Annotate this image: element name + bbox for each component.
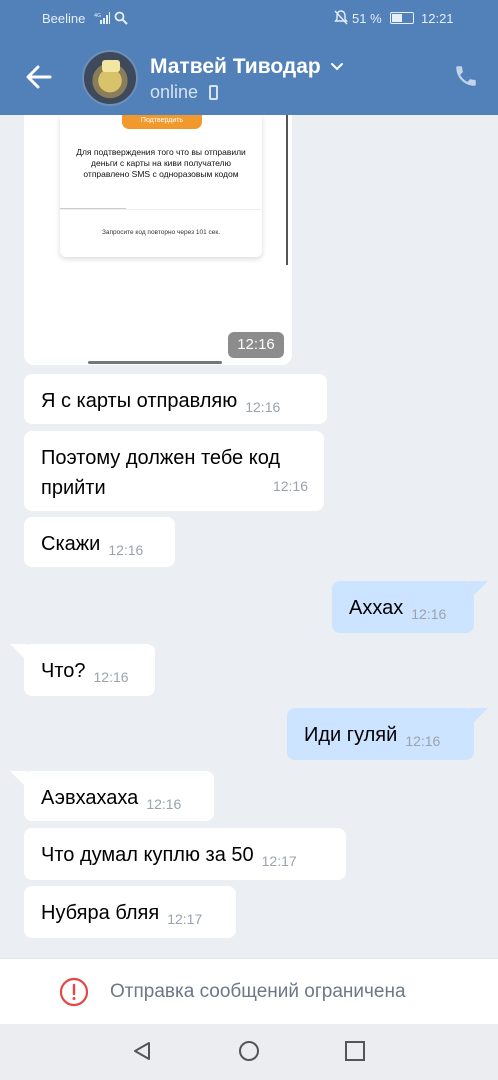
message-bubble-outgoing[interactable]: Иди гуляй 12:16 [287, 708, 474, 760]
avatar[interactable] [82, 50, 138, 106]
send-restricted-bar: Отправка сообщений ограничена [0, 958, 498, 1024]
message-time: 12:17 [167, 911, 203, 927]
message-bubble-incoming[interactable]: Аэвхахаха 12:16 [24, 771, 214, 821]
message-time: 12:16 [405, 733, 441, 749]
message-text: Что? [41, 660, 86, 682]
message-text: Скажи [41, 533, 101, 555]
bubble-tail [10, 771, 28, 789]
message-text: Поэтому должен тебе код прийти [41, 447, 281, 499]
photo-confirm-button: Подтвердить [122, 115, 202, 129]
message-bubble-incoming[interactable]: Что? 12:16 [24, 644, 155, 696]
nav-home-icon[interactable] [238, 1040, 260, 1062]
message-text: Иди гуляй [304, 724, 398, 746]
status-bar: Beeline 4G 51 % 12:21 [0, 0, 498, 36]
carrier-label: Beeline [42, 11, 86, 26]
message-text: Что думал куплю за 50 [41, 844, 254, 866]
chat-area[interactable]: Подтвердить Для подтверждения того что в… [0, 115, 498, 958]
battery-icon [390, 12, 414, 24]
photo-home-indicator [88, 361, 222, 364]
photo-content: Подтвердить Для подтверждения того что в… [60, 115, 262, 257]
warning-circle-icon [59, 977, 89, 1007]
mobile-icon [209, 85, 218, 100]
presence-status: online [150, 82, 199, 102]
message-time: 12:16 [146, 796, 182, 812]
signal-icon: 4G [94, 12, 110, 24]
bubble-tail [470, 581, 488, 599]
photo-time: 12:16 [228, 332, 284, 358]
top-bar: Beeline 4G 51 % 12:21 Матвей Тиводар onl… [0, 0, 498, 115]
nav-recents-icon[interactable] [344, 1040, 366, 1062]
chevron-down-icon[interactable] [330, 62, 344, 72]
message-text: Я с карты отправляю [41, 390, 238, 412]
contact-name[interactable]: Матвей Тиводар [150, 55, 321, 79]
message-text: Нубяра бляя [41, 902, 160, 924]
battery-percent: 51 % [352, 11, 382, 26]
divider [60, 209, 262, 210]
message-bubble-incoming[interactable]: Нубяра бляя 12:17 [24, 886, 236, 938]
photo-resend-text: Запросите код повторно через 101 сек. [101, 229, 221, 236]
message-time: 12:16 [108, 542, 144, 558]
message-time: 12:16 [93, 669, 129, 685]
status-time: 12:21 [421, 11, 454, 26]
nav-back-icon[interactable] [131, 1040, 153, 1062]
photo-scrollbar [286, 115, 288, 265]
message-bubble-incoming[interactable]: Что думал куплю за 50 12:17 [24, 828, 346, 880]
message-time: 12:16 [272, 478, 308, 494]
message-bubble-incoming[interactable]: Я с карты отправляю 12:16 [24, 374, 327, 424]
bell-muted-icon [334, 10, 348, 25]
bubble-tail [470, 708, 488, 726]
phone-icon[interactable] [453, 63, 479, 89]
photo-body-text: Для подтверждения того что вы отправили … [76, 147, 246, 179]
message-text: Аххах [349, 597, 404, 619]
message-bubble-incoming[interactable]: Поэтому должен тебе код прийти 12:16 [24, 431, 324, 511]
photo-attachment[interactable]: Подтвердить Для подтверждения того что в… [24, 115, 292, 365]
message-bubble-outgoing[interactable]: Аххах 12:16 [332, 581, 474, 633]
search-icon [114, 11, 128, 25]
android-nav-bar [0, 1024, 498, 1080]
message-bubble-incoming[interactable]: Скажи 12:16 [24, 517, 175, 567]
bubble-tail [10, 644, 28, 662]
network-type: 4G [94, 13, 101, 19]
back-arrow-icon[interactable] [22, 60, 56, 94]
message-time: 12:16 [411, 606, 447, 622]
message-text: Аэвхахаха [41, 787, 139, 809]
message-time: 12:16 [245, 399, 281, 415]
send-restricted-text: Отправка сообщений ограничена [110, 981, 406, 1002]
message-time: 12:17 [261, 853, 297, 869]
